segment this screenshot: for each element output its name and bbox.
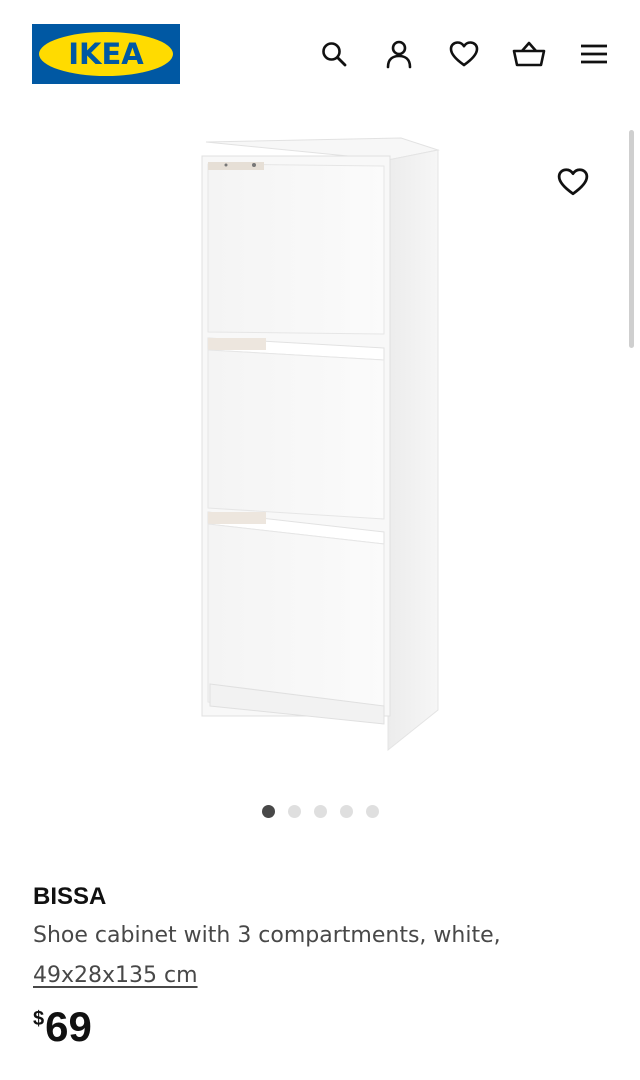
menu-icon[interactable] <box>576 36 612 72</box>
gallery-dot-2[interactable] <box>287 805 301 818</box>
product-price: $ 69 <box>33 1004 613 1050</box>
product-info: BISSA Shoe cabinet with 3 compartments, … <box>33 880 613 1050</box>
user-icon[interactable] <box>381 36 417 72</box>
logo-text: IKEA <box>68 37 144 71</box>
gallery-dot-3[interactable] <box>313 805 327 818</box>
gallery-pagination <box>0 805 640 818</box>
page-scrollbar[interactable] <box>629 130 634 348</box>
heart-icon <box>557 168 589 196</box>
price-amount: 69 <box>45 1003 92 1050</box>
gallery-dot-1[interactable] <box>261 805 275 818</box>
product-name[interactable]: BISSA <box>33 880 613 914</box>
gallery-dot-5[interactable] <box>365 805 379 818</box>
product-description: Shoe cabinet with 3 compartments, white, <box>33 923 501 948</box>
basket-icon[interactable] <box>511 36 547 72</box>
price-currency: $ <box>33 1008 45 1030</box>
site-header: IKEA <box>0 0 640 110</box>
heart-icon[interactable] <box>446 36 482 72</box>
gallery-dot-4[interactable] <box>339 805 353 818</box>
product-image[interactable] <box>196 134 446 754</box>
product-size-link[interactable]: 49x28x135 cm <box>33 956 198 996</box>
header-nav <box>316 36 612 72</box>
ikea-logo[interactable]: IKEA <box>32 24 180 84</box>
add-to-favorites-button[interactable] <box>553 162 593 202</box>
search-icon[interactable] <box>316 36 352 72</box>
product-gallery[interactable] <box>0 110 640 790</box>
